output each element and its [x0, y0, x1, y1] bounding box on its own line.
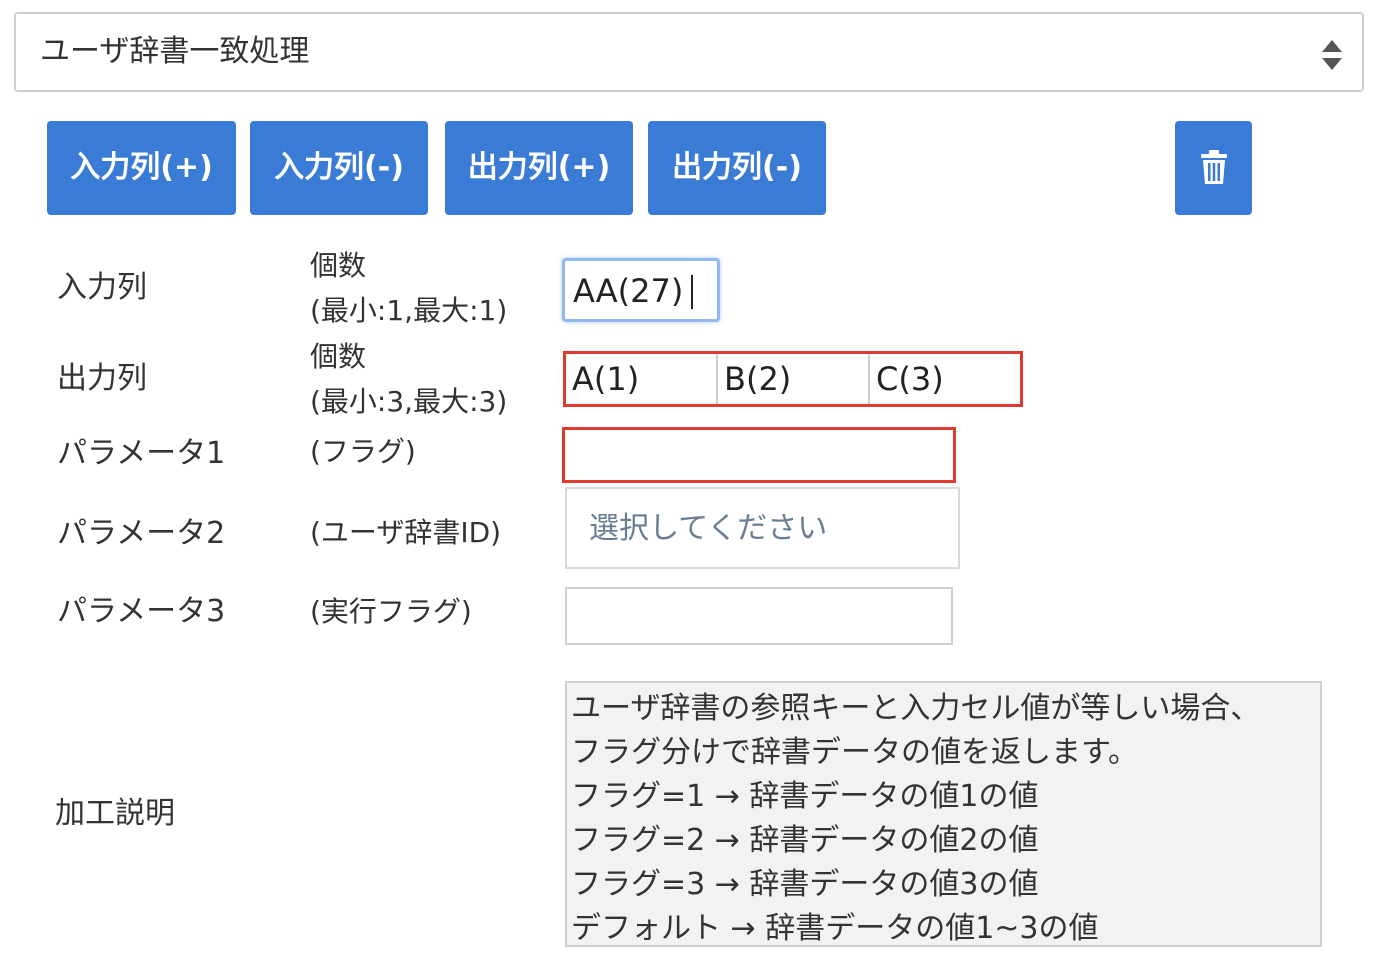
- description-line-5: フラグ=3 → 辞書データの値3の値: [571, 867, 1039, 902]
- description-line-6: デフォルト → 辞書データの値1~3の値: [571, 911, 1099, 946]
- input-column-field[interactable]: AA(27): [562, 258, 720, 322]
- process-type-select[interactable]: ユーザ辞書一致処理: [14, 12, 1364, 92]
- process-editor: ユーザ辞書一致処理 入力列(+) 入力列(-) 出力列(+) 出力列(-) 入力…: [0, 0, 1380, 970]
- input-column-value: AA(27): [573, 272, 684, 310]
- user-dictionary-select[interactable]: 選択してください: [565, 487, 960, 569]
- input-count-label: 個数: [310, 249, 367, 282]
- description-textarea[interactable]: ユーザ辞書の参照キーと入力セル値が等しい場合、 フラグ分けで辞書データの値を返し…: [565, 681, 1322, 947]
- output-column-field-3[interactable]: C(3): [870, 354, 1020, 404]
- remove-input-column-button[interactable]: 入力列(-): [250, 121, 428, 215]
- process-type-value: ユーザ辞書一致処理: [40, 34, 310, 69]
- param1-hint: (フラグ): [310, 435, 416, 468]
- description-label: 加工説明: [55, 796, 175, 831]
- delete-button[interactable]: [1175, 121, 1252, 215]
- output-count-label: 個数: [310, 340, 367, 373]
- trash-icon: [1201, 150, 1227, 184]
- text-cursor: [691, 275, 693, 309]
- param1-label: パラメータ1: [57, 436, 226, 471]
- remove-output-column-button[interactable]: 出力列(-): [648, 121, 826, 215]
- output-columns-group: A(1) B(2) C(3): [563, 351, 1023, 407]
- param2-hint: (ユーザ辞書ID): [310, 516, 502, 549]
- add-output-column-button[interactable]: 出力列(+): [445, 121, 633, 215]
- output-count-range: (最小:3,最大:3): [310, 385, 508, 418]
- param1-flag-field[interactable]: [562, 427, 956, 483]
- updown-arrows-icon: [1322, 40, 1342, 70]
- output-column-field-2[interactable]: B(2): [718, 354, 870, 404]
- output-column-label: 出力列: [57, 361, 147, 396]
- param3-label: パラメータ3: [57, 594, 226, 629]
- add-input-column-button[interactable]: 入力列(+): [47, 121, 236, 215]
- description-line-2: フラグ分けで辞書データの値を返します。: [571, 735, 1138, 770]
- user-dictionary-placeholder: 選択してください: [589, 511, 828, 546]
- param3-execution-flag-field[interactable]: [565, 587, 953, 645]
- description-line-3: フラグ=1 → 辞書データの値1の値: [571, 779, 1039, 814]
- output-column-field-1[interactable]: A(1): [566, 354, 718, 404]
- param2-label: パラメータ2: [57, 516, 226, 551]
- input-count-range: (最小:1,最大:1): [310, 294, 508, 327]
- description-line-1: ユーザ辞書の参照キーと入力セル値が等しい場合、: [571, 691, 1261, 726]
- description-line-4: フラグ=2 → 辞書データの値2の値: [571, 823, 1039, 858]
- input-column-label: 入力列: [57, 270, 147, 305]
- param3-hint: (実行フラグ): [310, 595, 472, 628]
